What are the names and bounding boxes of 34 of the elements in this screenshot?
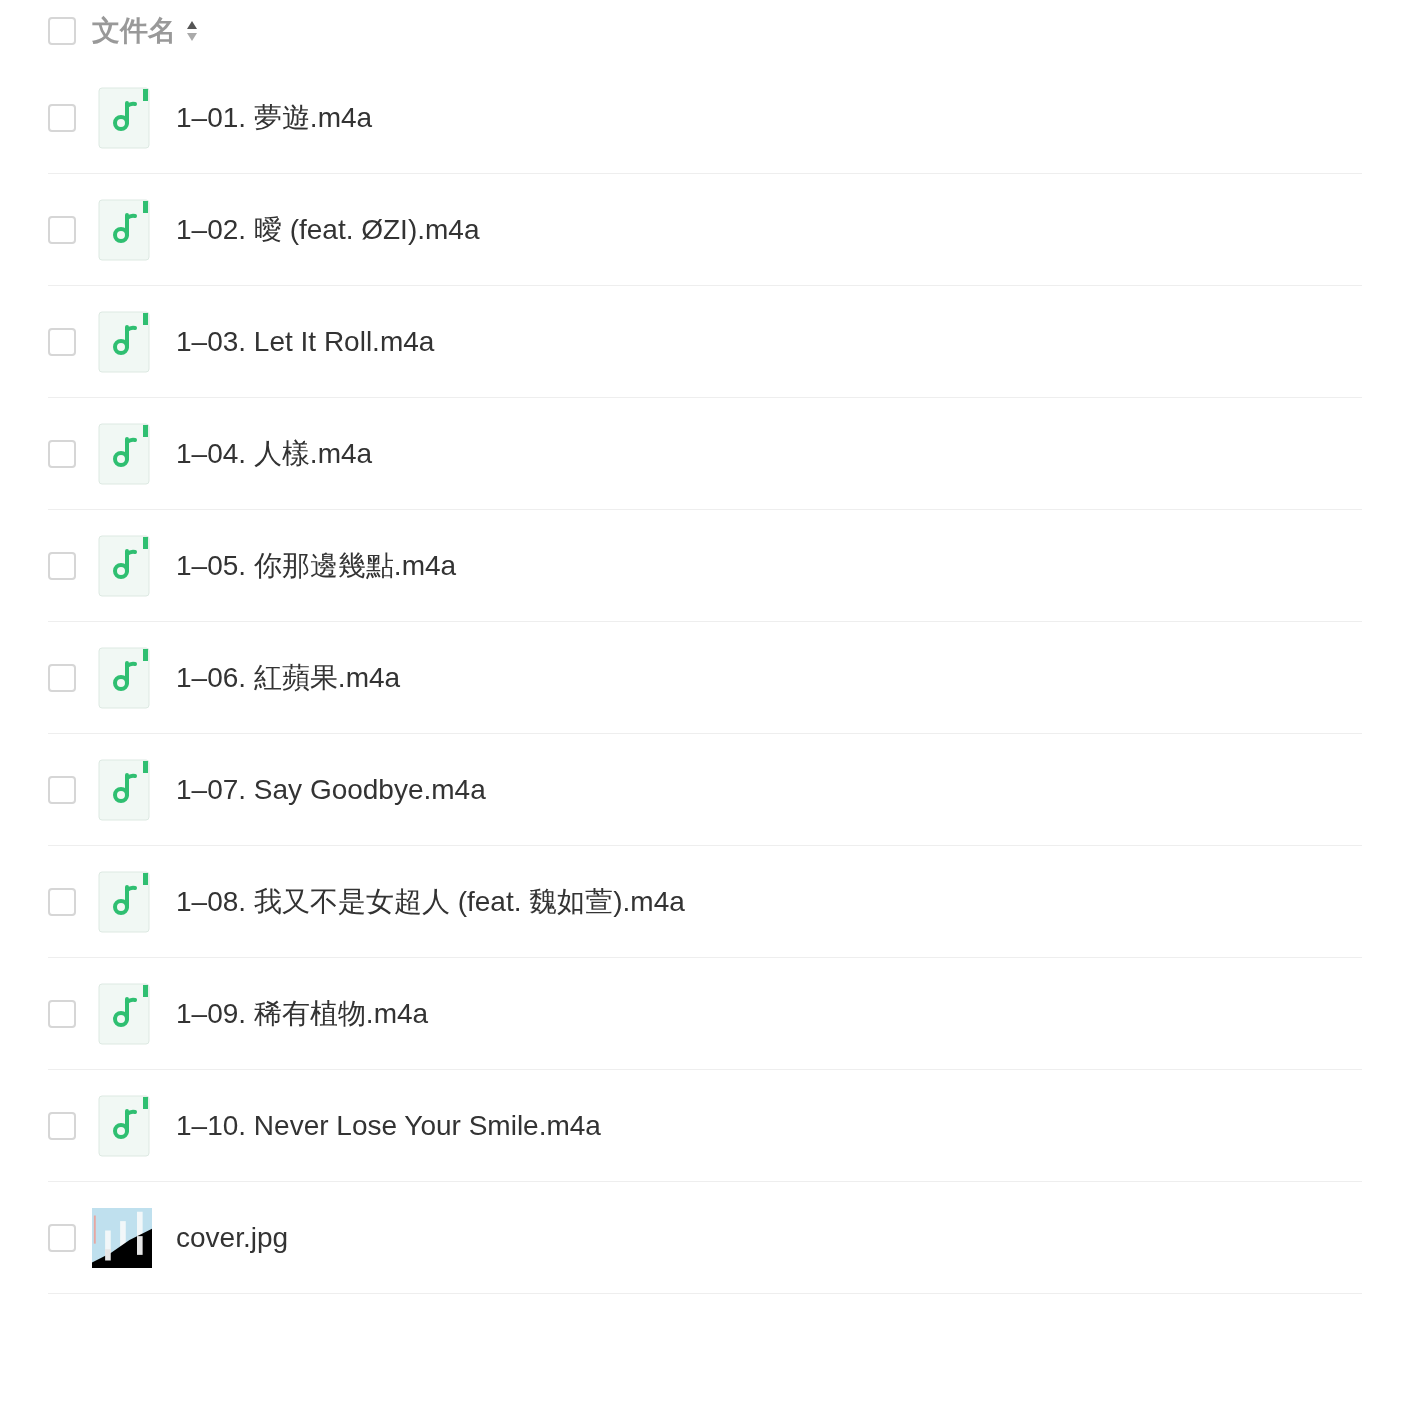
checkbox[interactable] bbox=[48, 663, 76, 692]
checkbox[interactable] bbox=[48, 17, 76, 45]
file-name[interactable]: 1–10. Never Lose Your Smile.m4a bbox=[176, 1109, 601, 1142]
file-name[interactable]: 1–01. 夢遊.m4a bbox=[176, 98, 373, 137]
checkbox[interactable] bbox=[48, 775, 76, 804]
file-name[interactable]: 1–07. Say Goodbye.m4a bbox=[176, 773, 486, 806]
music-file-icon bbox=[98, 646, 152, 709]
checkbox[interactable] bbox=[48, 999, 76, 1028]
music-file-icon bbox=[98, 198, 152, 261]
checkbox[interactable] bbox=[48, 327, 76, 356]
file-name[interactable]: 1–08. 我又不是女超人 (feat. 魏如萱).m4a bbox=[176, 882, 685, 921]
file-name[interactable]: 1–04. 人樣.m4a bbox=[176, 434, 373, 473]
checkbox[interactable] bbox=[48, 439, 76, 468]
checkbox[interactable] bbox=[48, 1223, 76, 1252]
music-file-icon bbox=[98, 310, 152, 373]
music-file-icon bbox=[98, 86, 152, 149]
file-name[interactable]: 1–09. 稀有植物.m4a bbox=[176, 994, 429, 1033]
file-name[interactable]: cover.jpg bbox=[176, 1221, 289, 1254]
music-file-icon bbox=[98, 982, 152, 1045]
checkbox[interactable] bbox=[48, 887, 76, 916]
checkbox[interactable] bbox=[48, 1111, 76, 1140]
checkbox[interactable] bbox=[48, 215, 76, 244]
checkbox[interactable] bbox=[48, 551, 76, 580]
file-name[interactable]: 1–06. 紅蘋果.m4a bbox=[176, 658, 401, 697]
music-file-icon bbox=[98, 534, 152, 597]
file-name[interactable]: 1–05. 你那邊幾點.m4a bbox=[176, 546, 457, 585]
file-name[interactable]: 1–03. Let It Roll.m4a bbox=[176, 325, 435, 358]
music-file-icon bbox=[98, 870, 152, 933]
file-name[interactable]: 1–02. 曖 (feat. ØZI).m4a bbox=[176, 210, 480, 249]
music-file-icon bbox=[98, 758, 152, 821]
checkbox[interactable] bbox=[48, 103, 76, 132]
sort-icon[interactable] bbox=[186, 20, 198, 42]
music-file-icon bbox=[98, 422, 152, 485]
music-file-icon bbox=[98, 1094, 152, 1157]
